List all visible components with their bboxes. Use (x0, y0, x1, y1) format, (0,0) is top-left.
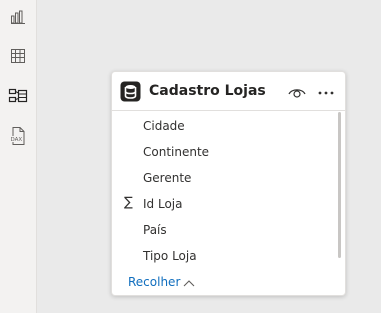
report-view-icon (11, 10, 25, 24)
dax-label: DAX (11, 137, 23, 143)
table-view-icon (11, 49, 25, 63)
field-row[interactable]: Tipo Loja (112, 243, 336, 269)
report-view-button[interactable] (4, 3, 32, 31)
view-sidebar: DAX (0, 0, 37, 313)
chevron-up-icon (184, 279, 195, 286)
field-label: Id Loja (143, 197, 183, 211)
collapse-label: Recolher (128, 275, 181, 289)
field-label: Cidade (143, 119, 185, 133)
sigma-icon: ∑ (124, 195, 133, 210)
more-options-icon[interactable] (317, 84, 335, 100)
field-label: País (143, 223, 167, 237)
table-view-button[interactable] (4, 42, 32, 70)
field-label: Gerente (143, 171, 192, 185)
field-list-scrollbar[interactable] (338, 112, 341, 258)
table-card-title: Cadastro Lojas (149, 83, 266, 99)
table-card-cadastro-lojas[interactable]: Cadastro Lojas Cidade Continente Gerente ∑ I… (111, 71, 346, 296)
field-row[interactable]: Cidade (112, 113, 336, 139)
field-row[interactable]: Gerente (112, 165, 336, 191)
field-row[interactable]: ∑ Id Loja (112, 191, 336, 217)
collapse-button[interactable]: Recolher (128, 274, 195, 290)
table-card-header[interactable]: Cadastro Lojas (112, 72, 345, 111)
dax-query-view-button[interactable]: DAX (4, 122, 32, 150)
database-table-icon (120, 81, 141, 102)
model-view-button[interactable] (4, 82, 32, 110)
field-row[interactable]: Continente (112, 139, 336, 165)
model-view-icon (8, 88, 28, 103)
field-label: Tipo Loja (143, 249, 197, 263)
dax-query-view-icon: DAX (10, 127, 25, 145)
visibility-eye-icon[interactable] (287, 84, 307, 100)
field-row[interactable]: País (112, 217, 336, 243)
field-label: Continente (143, 145, 210, 159)
